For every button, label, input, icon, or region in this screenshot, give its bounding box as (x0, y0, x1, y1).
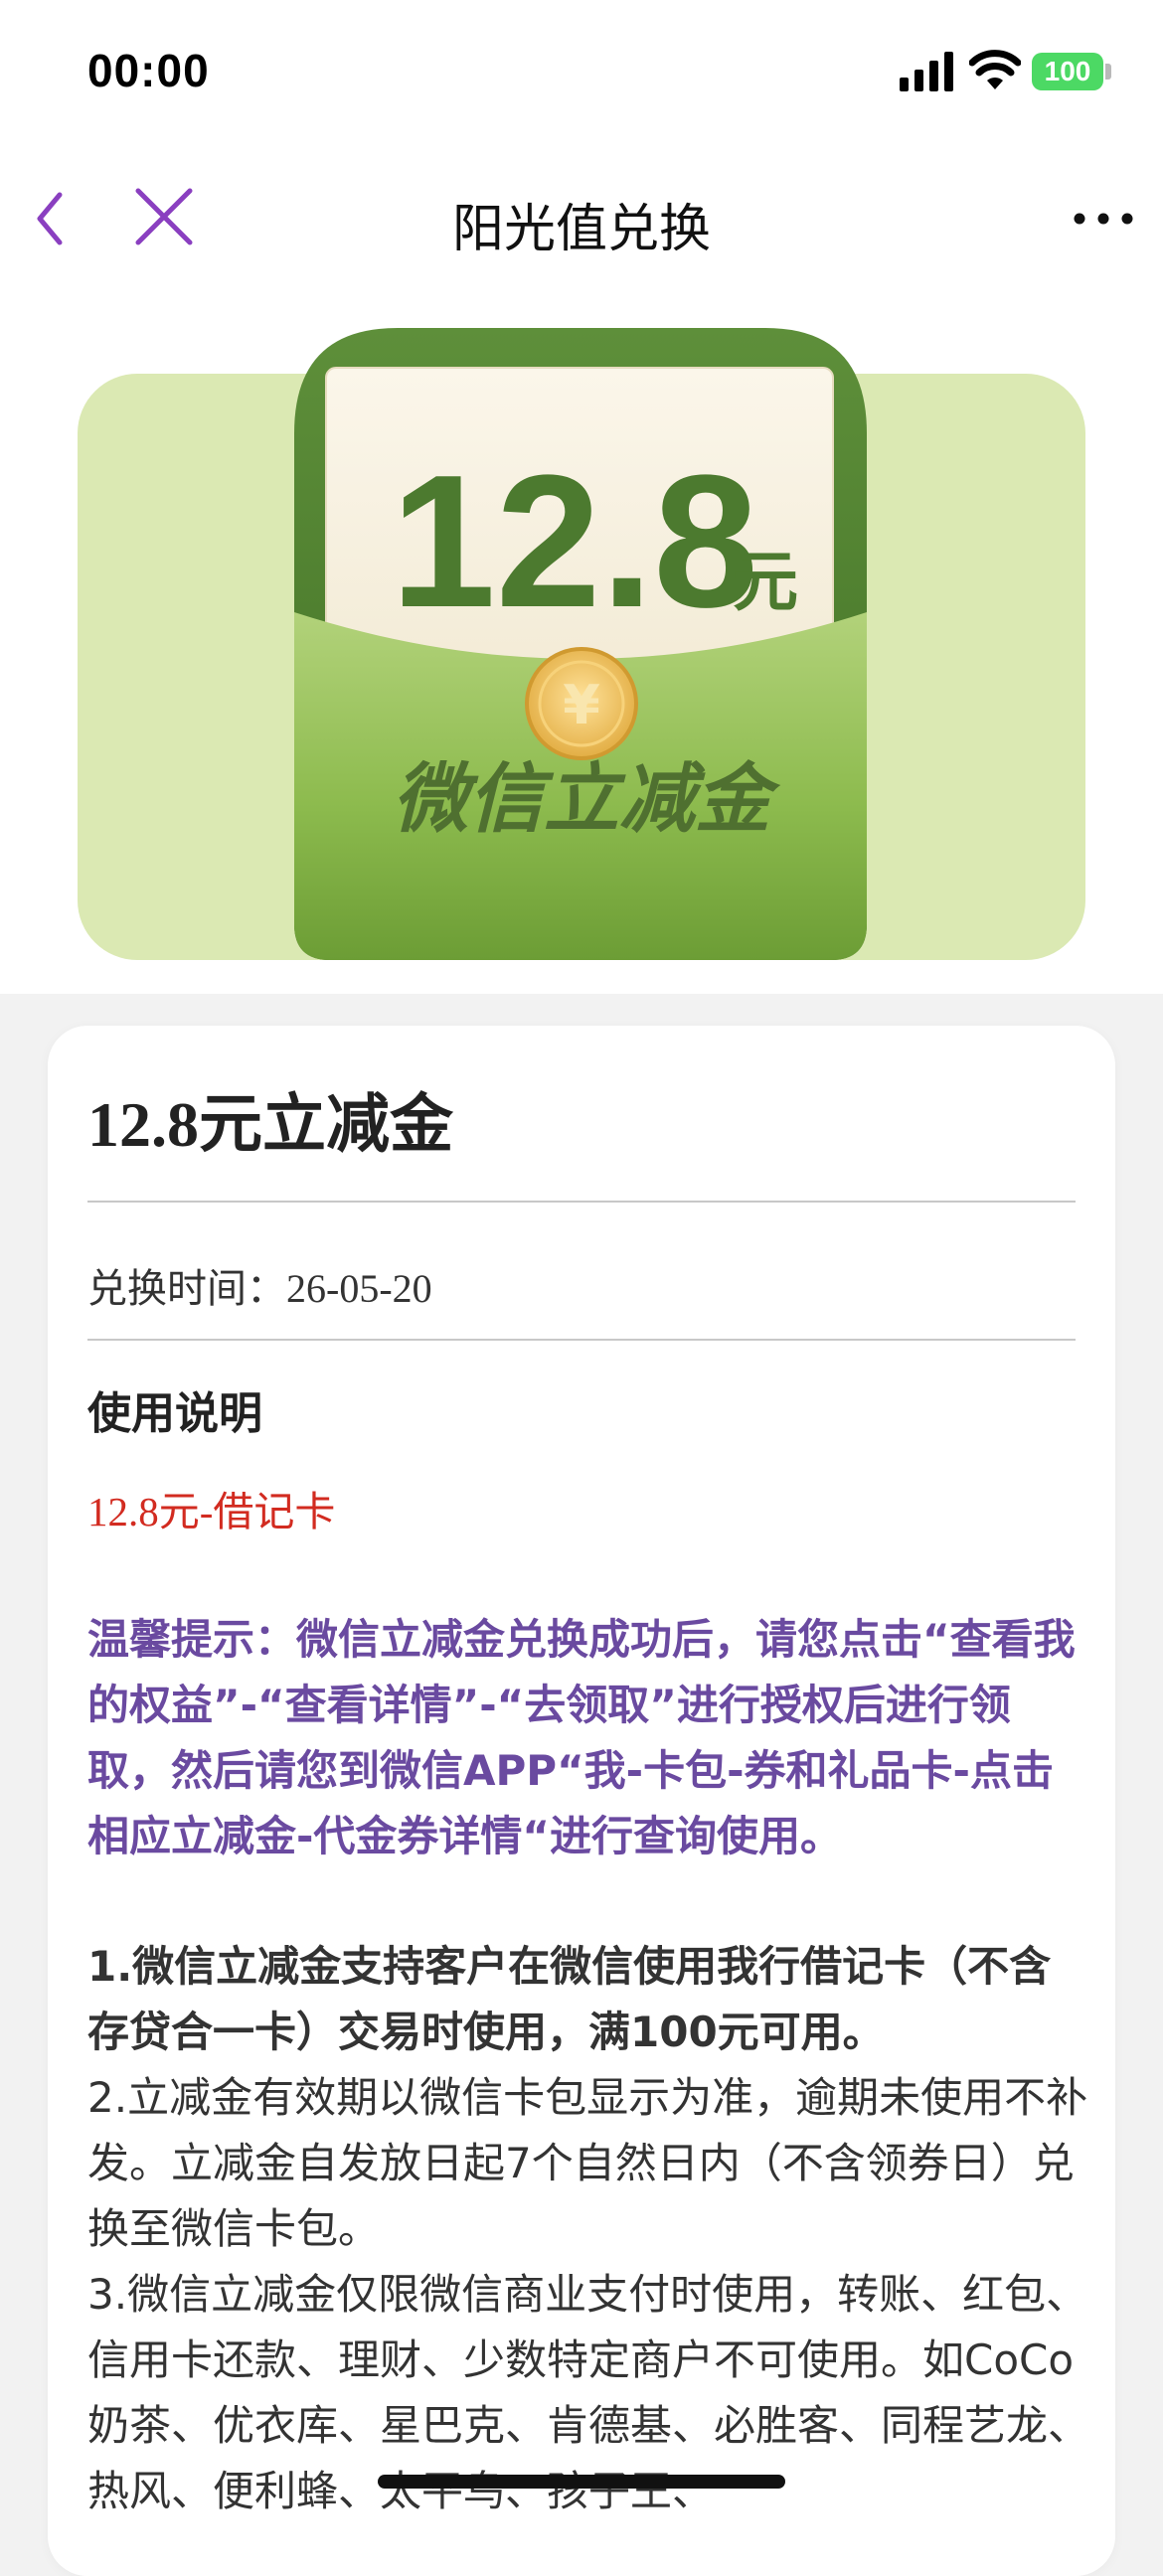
status-bar: 00:00 100 (0, 0, 1163, 149)
wifi-icon (969, 50, 1021, 89)
card-title: 12.8元立减金 (87, 1089, 453, 1160)
exchange-time: 兑换时间：26-05-20 (87, 1256, 432, 1314)
divider (87, 1201, 1076, 1203)
cellular-signal-icon (900, 52, 953, 91)
page-title: 阳光值兑换 (451, 200, 711, 259)
battery-indicator: 100 (1032, 53, 1103, 90)
coin-symbol: ¥ (563, 674, 600, 736)
battery-tip (1105, 64, 1111, 80)
divider (87, 1339, 1076, 1341)
exchange-time-value: 26-05-20 (286, 1266, 432, 1311)
nav-bar: 阳光值兑换 (0, 149, 1163, 288)
home-indicator[interactable] (378, 2475, 785, 2489)
coupon-illustration: 12.8 元 ¥ 微信立减金 (78, 328, 1085, 960)
rule-2: 2.立减金有效期以微信卡包显示为准，逾期未使用不补发。立减金自发放日起7个自然日… (87, 2073, 1088, 2253)
status-time: 00:00 (87, 45, 210, 96)
exchange-time-label: 兑换时间： (87, 1266, 286, 1311)
warm-tip: 温馨提示：微信立减金兑换成功后，请您点击“查看我的权益”-“查看详情”-“去领取… (87, 1615, 1076, 1860)
usage-rules: 1.微信立减金支持客户在微信使用我行借记卡（不含存贷合一卡）交易时使用，满100… (87, 1934, 1091, 2524)
usage-title: 使用说明 (87, 1388, 262, 1439)
rule-1: 1.微信立减金支持客户在微信使用我行借记卡（不含存贷合一卡）交易时使用，满100… (87, 1942, 1052, 2056)
banner-amount: 12.8 (391, 436, 758, 647)
banner-unit: 元 (733, 544, 798, 620)
coupon-detail-card: 12.8元立减金 兑换时间：26-05-20 使用说明 12.8元-借记卡 温馨… (48, 1026, 1115, 2576)
banner-label: 微信立减金 (393, 754, 781, 843)
more-options-icon[interactable] (1064, 179, 1143, 258)
coupon-banner: 12.8 元 ¥ 微信立减金 (0, 288, 1163, 994)
usage-type: 12.8元-借记卡 (87, 1489, 336, 1534)
